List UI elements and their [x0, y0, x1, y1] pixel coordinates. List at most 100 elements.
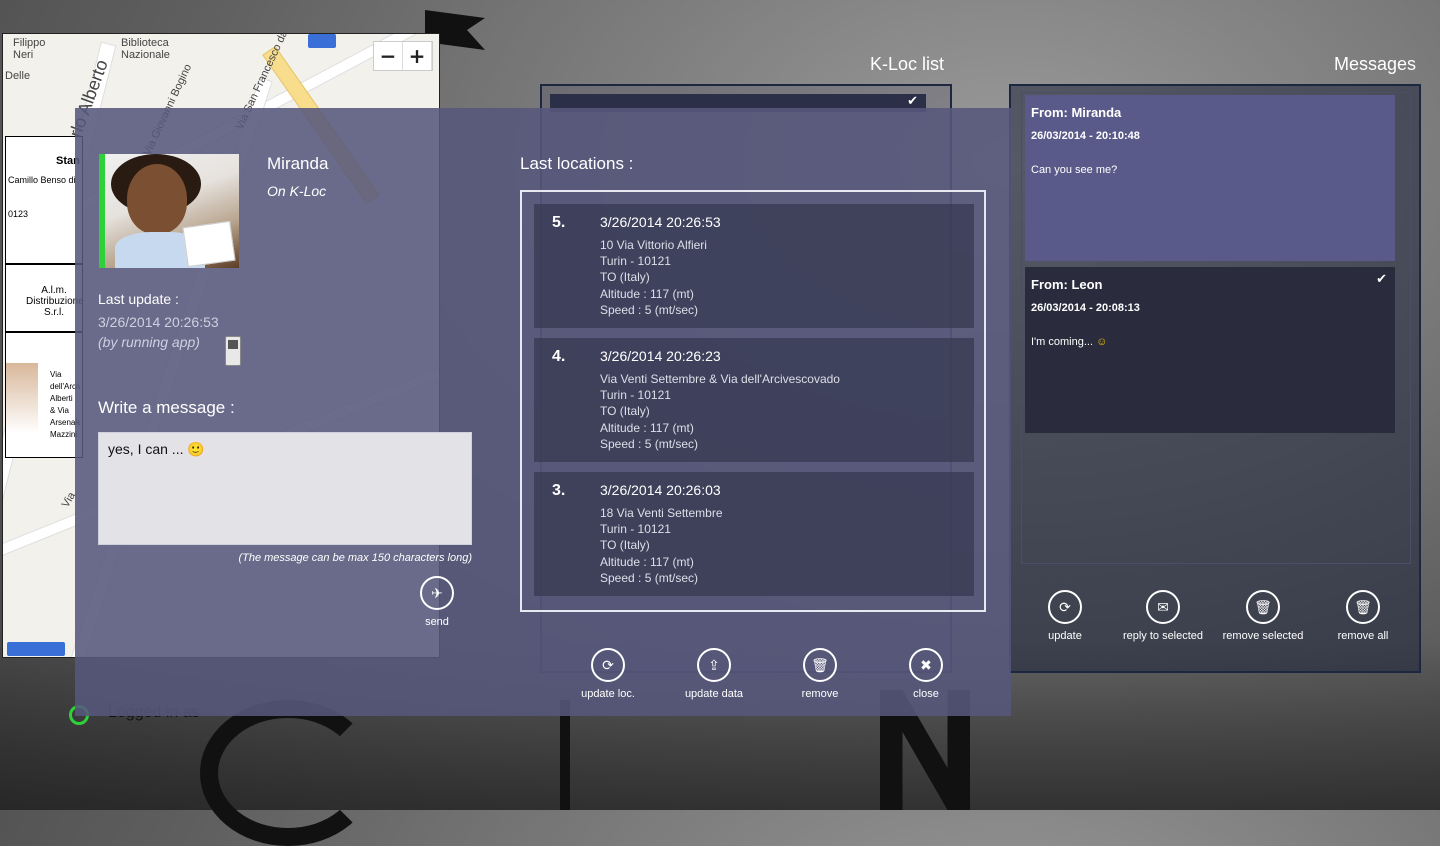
refresh-icon: ⟳ — [1048, 590, 1082, 624]
avatar-photo-card — [182, 220, 236, 268]
message-item[interactable]: From: Miranda 26/03/2014 - 20:10:48 Can … — [1025, 95, 1395, 261]
trash-icon: 🗑 — [803, 648, 837, 682]
send-icon: ✈ — [420, 576, 454, 610]
last-update-date: 3/26/2014 20:26:53 — [98, 314, 219, 330]
last-update-label: Last update : — [98, 291, 179, 307]
kloc-list-title: K-Loc list — [870, 54, 945, 74]
refresh-icon: ⟳ — [591, 648, 625, 682]
zoom-in-button[interactable]: + — [403, 42, 432, 70]
message-body: Can you see me? — [1031, 164, 1118, 176]
send-label: send — [425, 616, 449, 628]
contact-status: On K-Loc — [267, 183, 327, 199]
bus-stop-icon — [308, 34, 336, 48]
weathervane-letter-c — [200, 700, 376, 846]
location-altitude: Altitude : 117 (mt) — [600, 421, 694, 435]
action-label: close — [913, 688, 939, 700]
location-item[interactable]: 3. 3/26/2014 20:26:03 18 Via Venti Sette… — [534, 472, 974, 596]
location-item[interactable]: 4. 3/26/2014 20:26:23 Via Venti Settembr… — [534, 338, 974, 462]
messages-panel: From: Miranda 26/03/2014 - 20:10:48 Can … — [1009, 84, 1421, 673]
person-up-icon: ⇪ — [697, 648, 731, 682]
location-city: Turin - 10121 — [600, 522, 671, 536]
write-message-label: Write a message : — [98, 398, 235, 417]
trash-check-icon: 🗑 — [1246, 590, 1280, 624]
location-altitude: Altitude : 117 (mt) — [600, 287, 694, 301]
location-index: 4. — [552, 348, 566, 365]
phone-icon — [225, 336, 241, 366]
trash-icon: 🗑 — [1346, 590, 1380, 624]
message-body-text: I'm coming... — [1031, 336, 1094, 348]
message-from: From: Miranda — [1031, 105, 1122, 120]
map-label: Delle — [5, 70, 31, 82]
map-contact-card[interactable]: Stan Camillo Benso di 0123 — [5, 136, 83, 264]
message-body: I'm coming... ☺ — [1031, 336, 1389, 348]
locations-list[interactable]: 5. 3/26/2014 20:26:53 10 Via Vittorio Al… — [520, 190, 986, 612]
avatar — [105, 154, 239, 268]
action-label: reply to selected — [1122, 630, 1204, 642]
location-timestamp: 3/26/2014 20:26:03 — [600, 482, 721, 498]
action-label: remove selected — [1222, 630, 1304, 642]
location-speed: Speed : 5 (mt/sec) — [600, 437, 699, 451]
weathervane-pole — [560, 700, 570, 810]
messages-list[interactable]: From: Miranda 26/03/2014 - 20:10:48 Can … — [1021, 92, 1411, 564]
zoom-out-button[interactable]: − — [374, 42, 403, 70]
smiley-icon: ☺ — [1096, 336, 1108, 348]
message-from: From: Leon — [1031, 277, 1103, 292]
messages-actions: ⟳ update ✉ reply to selected 🗑 remove se… — [1017, 590, 1413, 642]
contact-avatar-container — [99, 154, 239, 268]
location-region: TO (Italy) — [600, 404, 650, 418]
location-city: Turin - 10121 — [600, 254, 671, 268]
location-index: 3. — [552, 482, 566, 499]
map-card-photo — [6, 363, 38, 433]
reply-selected-button[interactable]: ✉ reply to selected — [1113, 590, 1213, 642]
map-card-title: A.l.m. Distribuzione S.r.l. — [26, 285, 84, 318]
update-data-button[interactable]: ⇪ update data — [661, 648, 767, 700]
map-contact-card[interactable]: Via dell'Arcivescovado Alberti & Via Ars… — [5, 332, 83, 458]
last-update-source: (by running app) — [98, 334, 200, 350]
send-button[interactable]: ✈ send — [420, 576, 454, 628]
action-label: remove — [801, 688, 839, 700]
bus-stop-icon — [7, 642, 65, 656]
location-address: 18 Via Venti Settembre — [600, 506, 723, 520]
check-icon: ✔ — [907, 94, 918, 109]
close-icon: ✖ — [909, 648, 943, 682]
message-length-hint: (The message can be max 150 characters l… — [238, 552, 472, 564]
map-label: Biblioteca Nazionale — [121, 37, 170, 61]
last-locations-label: Last locations : — [520, 154, 634, 173]
location-city: Turin - 10121 — [600, 388, 671, 402]
action-label: remove all — [1337, 630, 1389, 642]
message-item[interactable]: ✔ From: Leon 26/03/2014 - 20:08:13 I'm c… — [1025, 267, 1395, 433]
update-location-button[interactable]: ⟳ update loc. — [555, 648, 661, 700]
location-region: TO (Italy) — [600, 538, 650, 552]
remove-all-button[interactable]: 🗑 remove all — [1313, 590, 1413, 642]
location-speed: Speed : 5 (mt/sec) — [600, 303, 699, 317]
message-input[interactable]: yes, I can ... 🙂 — [98, 432, 472, 545]
location-region: TO (Italy) — [600, 270, 650, 284]
contact-detail-dialog: Miranda On K-Loc Last update : 3/26/2014… — [75, 108, 1011, 716]
contact-name: Miranda — [267, 154, 329, 173]
map-contact-card[interactable]: A.l.m. Distribuzione S.r.l. — [5, 264, 84, 332]
location-altitude: Altitude : 117 (mt) — [600, 555, 694, 569]
reply-mail-icon: ✉ — [1146, 590, 1180, 624]
messages-title: Messages — [1334, 54, 1417, 74]
message-date: 26/03/2014 - 20:08:13 — [1031, 302, 1140, 314]
map-zoom-control: − + — [373, 41, 433, 71]
location-address: Via Venti Settembre & Via dell'Arcivesco… — [600, 372, 840, 386]
avatar-face — [127, 164, 187, 234]
check-icon: ✔ — [1376, 271, 1387, 286]
dialog-actions: ⟳ update loc. ⇪ update data 🗑 remove ✖ c… — [555, 648, 979, 700]
map-label: Filippo Neri — [13, 37, 46, 61]
location-address: 10 Via Vittorio Alfieri — [600, 238, 707, 252]
remove-selected-button[interactable]: 🗑 remove selected — [1213, 590, 1313, 642]
action-label: update data — [684, 688, 744, 700]
map-card-line: 0123 — [8, 209, 29, 219]
location-timestamp: 3/26/2014 20:26:53 — [600, 214, 721, 230]
action-label: update — [1048, 630, 1082, 642]
location-speed: Speed : 5 (mt/sec) — [600, 571, 699, 585]
location-item[interactable]: 5. 3/26/2014 20:26:53 10 Via Vittorio Al… — [534, 204, 974, 328]
map-card-line: Camillo Benso di — [8, 175, 76, 185]
message-date: 26/03/2014 - 20:10:48 — [1031, 130, 1140, 142]
close-dialog-button[interactable]: ✖ close — [873, 648, 979, 700]
location-index: 5. — [552, 214, 566, 231]
update-messages-button[interactable]: ⟳ update — [1017, 590, 1113, 642]
remove-contact-button[interactable]: 🗑 remove — [767, 648, 873, 700]
